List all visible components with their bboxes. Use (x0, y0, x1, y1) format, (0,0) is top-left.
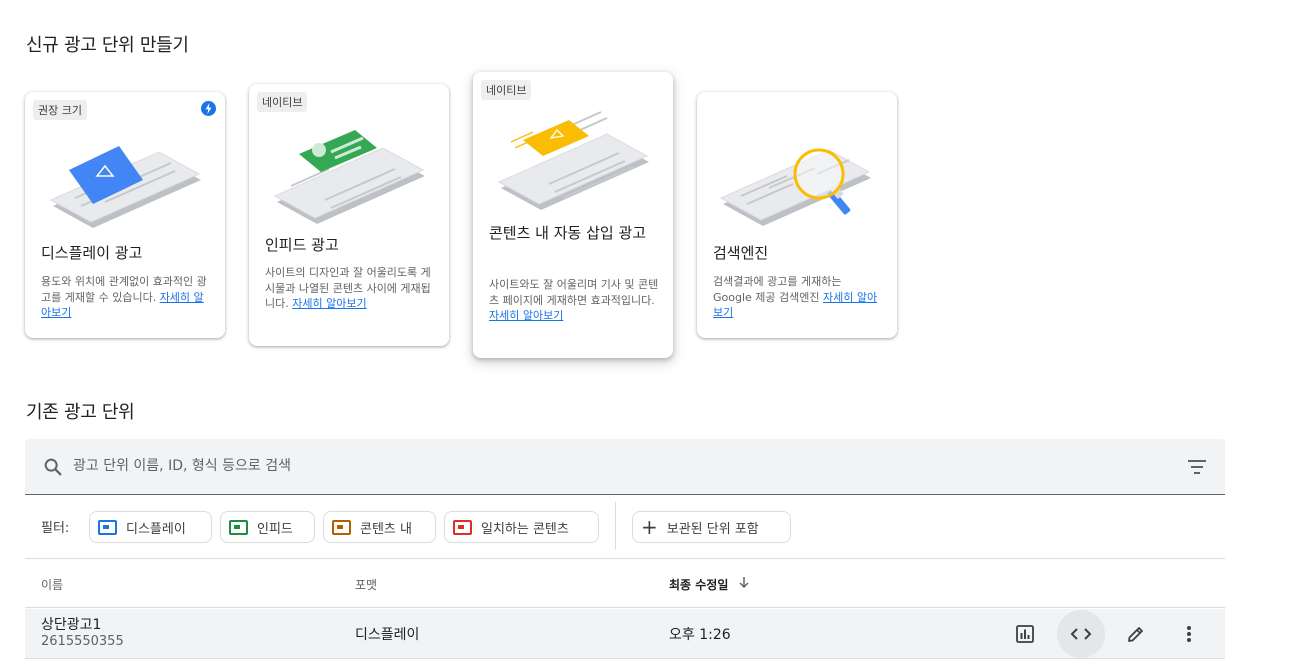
filter-label: 필터: (41, 521, 70, 536)
card-tag: 네이티브 (481, 80, 532, 100)
table-row[interactable]: 상단광고1 2615550355 디스플레이 오후 1:26 (25, 609, 1225, 659)
more-options-button[interactable] (1165, 610, 1213, 658)
infeed-ad-illustration (273, 130, 425, 224)
matched-content-icon (453, 519, 472, 535)
get-code-button[interactable] (1057, 610, 1105, 658)
filter-chip-matched-content[interactable]: 일치하는 콘텐츠 (444, 511, 599, 543)
filter-chip-display[interactable]: 디스플레이 (89, 511, 212, 543)
ad-unit-format: 디스플레이 (355, 627, 420, 643)
card-title: 콘텐츠 내 자동 삽입 광고 (489, 224, 647, 242)
arrow-down-icon[interactable] (737, 575, 751, 589)
plus-icon: + (641, 515, 658, 539)
card-title: 검색엔진 (713, 244, 769, 262)
ad-unit-modified: 오후 1:26 (669, 627, 731, 643)
ad-unit-search-bar (25, 439, 1225, 495)
column-header-format[interactable]: 포맷 (355, 576, 377, 593)
magnifier-illustration (719, 148, 871, 226)
display-ad-icon (98, 519, 117, 535)
card-display-ad[interactable]: 권장 크기 디스플레이 광고 용도와 위치에 관계없이 효과적인 광고를 게재할… (25, 92, 225, 338)
inarticle-ad-illustration (497, 111, 649, 210)
more-vert-icon (1187, 626, 1191, 642)
bar-chart-icon (1016, 625, 1034, 643)
infeed-ad-icon (229, 519, 248, 535)
existing-section-title: 기존 광고 단위 (26, 402, 135, 423)
learn-more-link[interactable]: 자세히 알아보기 (292, 297, 366, 310)
search-input[interactable] (73, 453, 1153, 479)
filter-list-icon[interactable] (1186, 457, 1208, 477)
display-ad-illustration (49, 146, 201, 228)
filter-chip-infeed[interactable]: 인피드 (220, 511, 315, 543)
card-description: 사이트와도 잘 어울리며 기사 및 콘텐츠 페이지에 게재하면 효과적입니다. (489, 278, 659, 307)
pencil-icon (1128, 627, 1143, 642)
report-button[interactable] (1001, 610, 1049, 658)
include-archived-chip[interactable]: + 보관된 단위 포함 (632, 511, 791, 543)
filter-chip-inarticle[interactable]: 콘텐츠 내 (323, 511, 436, 543)
card-infeed-ad[interactable]: 네이티브 인피드 광고 사이트의 디자인과 잘 어울리도록 게시물과 나열된 콘… (249, 84, 449, 346)
card-title: 디스플레이 광고 (41, 244, 143, 262)
code-icon (1070, 628, 1092, 640)
card-inarticle-ad[interactable]: 네이티브 콘텐츠 내 자동 삽입 광고 사이트와도 잘 어울리며 기사 및 콘텐… (473, 72, 673, 358)
filter-row: 필터: 디스플레이 인피드 콘텐츠 내 일치하는 콘텐츠 + 보관된 단위 포함 (25, 496, 1225, 559)
edit-button[interactable] (1112, 610, 1160, 658)
learn-more-link[interactable]: 자세히 알아보기 (489, 309, 563, 322)
inarticle-ad-icon (332, 519, 351, 535)
search-icon (44, 458, 62, 476)
ad-unit-id: 2615550355 (41, 634, 124, 649)
table-header: 이름 포맷 최종 수정일 (25, 560, 1225, 608)
filter-divider (615, 502, 616, 550)
ad-unit-name: 상단광고1 (41, 617, 102, 633)
create-section-title: 신규 광고 단위 만들기 (26, 35, 189, 56)
card-search-engine[interactable]: 검색엔진 검색결과에 광고를 게재하는 Google 제공 검색엔진 자세히 알… (697, 92, 897, 338)
column-header-modified[interactable]: 최종 수정일 (669, 576, 728, 593)
card-title: 인피드 광고 (265, 236, 339, 254)
column-header-name[interactable]: 이름 (41, 576, 63, 593)
